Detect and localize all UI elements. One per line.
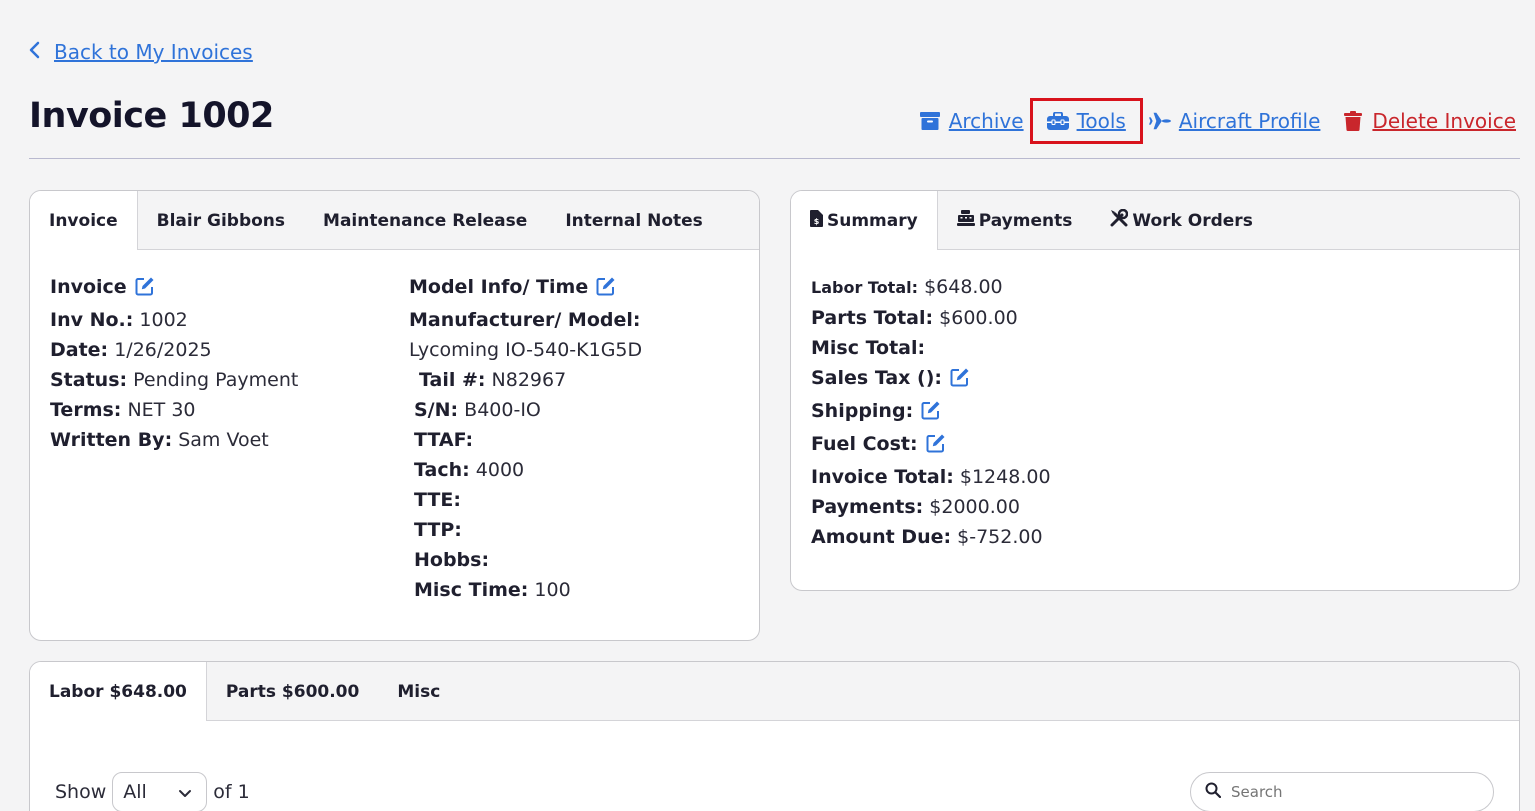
ttaf-label: TTAF:	[414, 429, 474, 451]
show-label: Show	[55, 781, 107, 803]
aircraft-profile-label: Aircraft Profile	[1178, 109, 1321, 133]
edit-sales-tax-icon[interactable]	[950, 366, 970, 396]
manufacturer-value: Lycoming IO-540-K1G5D	[409, 339, 643, 361]
tools-icon	[1110, 208, 1129, 232]
page-size-control: Show All of 1	[55, 772, 250, 811]
tab-work-orders[interactable]: Work Orders	[1091, 191, 1271, 250]
page-title: Invoice 1002	[29, 96, 274, 136]
hobbs-label: Hobbs:	[414, 549, 490, 571]
ttp-label: TTP:	[414, 519, 462, 541]
amount-due-value: $-752.00	[957, 526, 1043, 548]
manufacturer-label: Manufacturer/ Model:	[409, 309, 641, 331]
invoice-total-value: $1248.00	[959, 466, 1051, 488]
edit-fuel-cost-icon[interactable]	[926, 432, 946, 462]
payments-value: $2000.00	[929, 496, 1020, 518]
chevron-down-icon	[178, 781, 192, 803]
status-label: Status:	[50, 369, 128, 391]
parts-total-label: Parts Total:	[811, 307, 934, 329]
archive-icon	[919, 110, 941, 132]
misc-total-label: Misc Total:	[811, 337, 926, 359]
tail-label: Tail #:	[419, 369, 486, 391]
sn-value: B400-IO	[464, 399, 541, 421]
trash-icon	[1342, 110, 1364, 132]
tab-labor[interactable]: Labor $648.00	[30, 662, 207, 721]
archive-label: Archive	[948, 109, 1024, 133]
tte-label: TTE:	[414, 489, 461, 511]
sales-tax-label: Sales Tax ():	[811, 367, 942, 389]
invoice-heading: Invoice	[50, 276, 127, 298]
invoice-total-label: Invoice Total:	[811, 466, 954, 488]
summary-card: $ Summary Payments Work Orders Labor Tot…	[790, 190, 1520, 591]
inv-no-value: 1002	[139, 309, 188, 331]
tab-summary-label: Summary	[827, 210, 918, 231]
tab-customer[interactable]: Blair Gibbons	[138, 191, 304, 250]
search-box	[1190, 772, 1494, 811]
delete-invoice-label: Delete Invoice	[1372, 109, 1516, 133]
svg-text:$: $	[814, 217, 820, 226]
tools-link[interactable]: Tools	[1029, 98, 1143, 144]
line-items-card: Labor $648.00 Parts $600.00 Misc Show Al…	[29, 661, 1520, 811]
tab-summary[interactable]: $ Summary	[791, 191, 938, 250]
edit-model-icon[interactable]	[596, 275, 616, 305]
misc-time-value: 100	[534, 579, 571, 601]
line-items-tabs: Labor $648.00 Parts $600.00 Misc	[30, 662, 1519, 721]
tab-payments[interactable]: Payments	[938, 191, 1092, 250]
tach-value: 4000	[475, 459, 525, 481]
invoice-info-card: Invoice Blair Gibbons Maintenance Releas…	[29, 190, 760, 641]
tab-payments-label: Payments	[978, 210, 1073, 231]
delete-invoice-link[interactable]: Delete Invoice	[1338, 98, 1520, 144]
page-size-value: All	[123, 781, 147, 803]
search-icon	[1205, 782, 1222, 802]
date-label: Date:	[50, 339, 109, 361]
tab-maintenance-release[interactable]: Maintenance Release	[304, 191, 546, 250]
terms-value: NET 30	[127, 399, 196, 421]
status-value: Pending Payment	[133, 369, 299, 391]
tail-value: N82967	[491, 369, 567, 391]
invoice-details: Invoice Inv No.: 1002 Date: 1/26/2025 St…	[50, 272, 298, 455]
terms-label: Terms:	[50, 399, 122, 421]
summary-details: Labor Total: $648.00 Parts Total: $600.0…	[811, 272, 1051, 552]
written-by-label: Written By:	[50, 429, 173, 451]
header-actions: Archive Tools Aircraft Profile Delete In…	[915, 98, 1520, 144]
toolbox-icon	[1046, 110, 1069, 132]
invoice-tabs: Invoice Blair Gibbons Maintenance Releas…	[30, 191, 759, 250]
tab-internal-notes[interactable]: Internal Notes	[546, 191, 721, 250]
date-value: 1/26/2025	[114, 339, 212, 361]
summary-tabs: $ Summary Payments Work Orders	[791, 191, 1519, 250]
page-count-label: of 1	[213, 781, 250, 803]
model-info-heading: Model Info/ Time	[409, 276, 589, 298]
receipt-icon: $	[810, 209, 823, 232]
header-divider	[29, 158, 1520, 159]
tach-label: Tach:	[414, 459, 470, 481]
plane-icon	[1148, 110, 1171, 132]
back-to-invoices-link[interactable]: Back to My Invoices	[28, 40, 253, 64]
inv-no-label: Inv No.:	[50, 309, 134, 331]
shipping-label: Shipping:	[811, 400, 914, 422]
search-input[interactable]	[1231, 783, 1471, 801]
tools-label: Tools	[1076, 109, 1126, 133]
written-by-value: Sam Voet	[178, 429, 269, 451]
edit-shipping-icon[interactable]	[921, 399, 941, 429]
archive-link[interactable]: Archive	[915, 98, 1028, 144]
amount-due-label: Amount Due:	[811, 526, 952, 548]
labor-total-value: $648.00	[924, 276, 1003, 298]
sn-label: S/N:	[414, 399, 459, 421]
labor-total-label: Labor Total:	[811, 278, 919, 297]
parts-total-value: $600.00	[939, 307, 1018, 329]
page-size-select[interactable]: All	[112, 772, 208, 811]
tab-misc[interactable]: Misc	[378, 662, 459, 721]
misc-time-label: Misc Time:	[414, 579, 529, 601]
cash-register-icon	[956, 210, 975, 231]
chevron-left-icon	[28, 41, 40, 64]
aircraft-profile-link[interactable]: Aircraft Profile	[1145, 98, 1325, 144]
payments-label: Payments:	[811, 496, 924, 518]
tab-work-orders-label: Work Orders	[1132, 210, 1253, 231]
back-link-label: Back to My Invoices	[54, 40, 253, 64]
model-info: Model Info/ Time Manufacturer/ Model: Ly…	[409, 272, 642, 605]
tab-invoice[interactable]: Invoice	[30, 191, 138, 250]
fuel-cost-label: Fuel Cost:	[811, 433, 918, 455]
edit-invoice-icon[interactable]	[135, 275, 155, 305]
tab-parts[interactable]: Parts $600.00	[207, 662, 378, 721]
